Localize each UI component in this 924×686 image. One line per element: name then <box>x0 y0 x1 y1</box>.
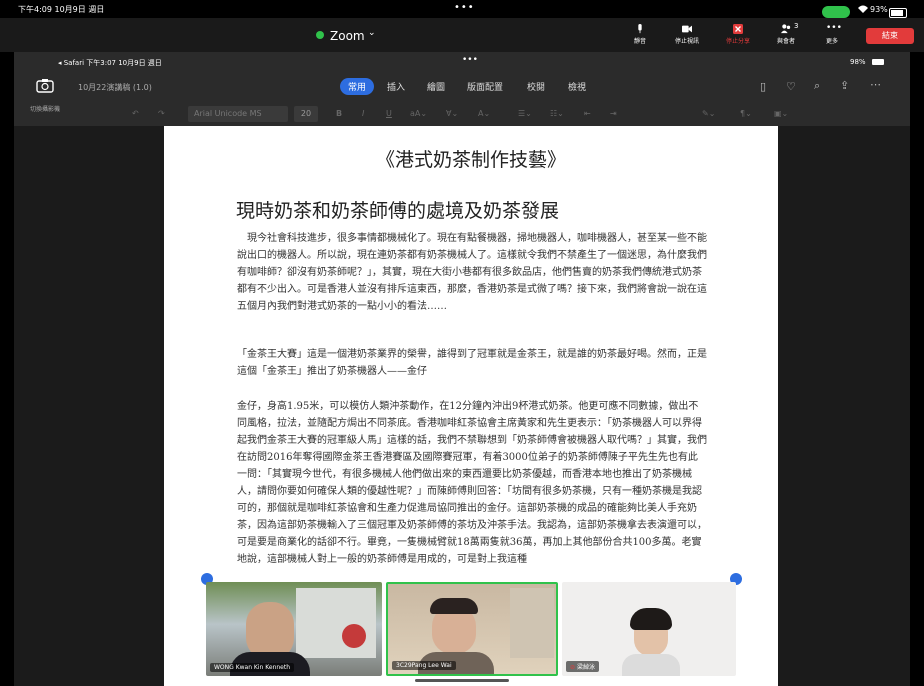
font-size-field[interactable]: 20 <box>294 106 318 122</box>
highlight-icon[interactable]: ∀⌄ <box>446 109 458 118</box>
status-bar: 下午4:09 10月9日 週日 ••• 93% <box>0 0 924 18</box>
paragraph-2: 「金茶王大賽」這是一個港奶茶業界的榮譽，誰得到了冠軍就是金茶王，就是誰的奶茶最好… <box>237 349 707 377</box>
more-icon: ••• <box>826 23 842 33</box>
participant-hair <box>630 608 672 630</box>
formatting-toolbar: 切換攝影機 ↶ ↷ Arial Unicode MS 20 B I U aA⌄ … <box>14 102 910 126</box>
home-indicator[interactable] <box>415 679 509 682</box>
font-size-change-icon[interactable]: aA⌄ <box>410 109 427 118</box>
shared-battery-icon <box>872 59 884 65</box>
participants-label: 與會者 <box>776 38 795 45</box>
numbering-icon[interactable]: ☷⌄ <box>550 109 564 118</box>
share-icon[interactable]: ⇪ <box>840 79 849 92</box>
participant-video-2[interactable]: 3C29Pang Lee Wai <box>386 582 558 676</box>
lightbulb-icon[interactable]: ♡ <box>786 80 796 93</box>
participants-count: 3 <box>794 22 799 30</box>
end-meeting-button[interactable]: 結束 <box>866 28 914 44</box>
participants-button[interactable]: 3 與會者 <box>766 22 806 45</box>
search-icon[interactable]: ⌕ <box>814 79 820 93</box>
battery-percent: 93% <box>870 5 888 14</box>
mute-label: 靜音 <box>633 38 646 45</box>
more-button[interactable]: ••• 更多 <box>812 23 852 46</box>
chevron-down-icon[interactable]: ⌄ <box>368 28 376 38</box>
participant-name: 3C29Pang Lee Wai <box>392 661 456 670</box>
document-name: 10月22演講稿 (1.0) <box>78 83 152 92</box>
more-label: 更多 <box>825 38 838 45</box>
styles-icon[interactable]: ¶⌄ <box>740 109 752 118</box>
status-time: 下午4:09 10月9日 週日 <box>18 5 105 14</box>
mute-button[interactable]: 靜音 <box>620 24 660 45</box>
participant-name: WONG Kwan Kin Kenneth <box>210 663 295 672</box>
paragraph-3: 金仔，身高1.95米，可以模仿人類沖茶動作，在12分鐘內沖出9杯港式奶茶。他更可… <box>237 401 707 565</box>
participant-video-3[interactable]: ⊘ 梁綽泳 <box>562 582 736 676</box>
video-camera-icon <box>682 25 692 33</box>
undo-icon[interactable]: ↶ <box>132 109 139 118</box>
switch-camera-label: 切換攝影機 <box>30 106 61 113</box>
call-indicator-icon[interactable] <box>822 6 850 18</box>
multitask-dots[interactable]: ••• <box>454 2 475 13</box>
bold-icon[interactable]: B <box>336 109 342 118</box>
participant-hair <box>430 598 478 614</box>
participant-name: ⊘ 梁綽泳 <box>566 661 599 672</box>
participant-video-1[interactable]: WONG Kwan Kin Kenneth <box>206 582 382 676</box>
tab-home[interactable]: 常用 <box>340 78 375 95</box>
zoom-toolbar: Zoom ⌄ 靜音 停止視訊 停止分享 3 與會者 ••• 更多 結束 <box>0 18 924 52</box>
wifi-icon <box>858 5 868 15</box>
stop-share-label: 停止分享 <box>725 38 750 45</box>
participant-name-text: 梁綽泳 <box>576 664 595 671</box>
style-paint-icon[interactable]: ✎⌄ <box>702 109 715 118</box>
zoom-title[interactable]: Zoom <box>330 29 365 43</box>
shared-status-bar: ◂ Safari 下午3:07 10月9日 週日 ••• 98% <box>14 52 910 72</box>
tab-layout[interactable]: 版面配置 <box>467 80 503 93</box>
bullets-icon[interactable]: ☰⌄ <box>518 109 532 118</box>
picture-icon[interactable]: ▣⌄ <box>774 109 788 118</box>
tab-insert[interactable]: 插入 <box>387 80 405 93</box>
safari-back-status[interactable]: ◂ Safari 下午3:07 10月9日 週日 <box>58 58 162 68</box>
participants-icon <box>781 24 791 34</box>
building-background <box>296 588 376 658</box>
word-ribbon: 10月22演講稿 (1.0) 常用 插入 繪圖 版面配置 校閱 檢視 ▯ ♡ ⌕… <box>14 72 910 102</box>
stop-share-button[interactable]: 停止分享 <box>718 24 758 45</box>
muted-mic-icon: ⊘ <box>570 664 576 671</box>
more-options-icon[interactable]: ⋯ <box>870 78 881 91</box>
stop-video-label: 停止視訊 <box>674 38 699 45</box>
font-name-field[interactable]: Arial Unicode MS <box>188 106 288 122</box>
switch-camera-icon[interactable] <box>36 78 54 97</box>
redo-icon[interactable]: ↷ <box>158 109 165 118</box>
document-title: 《港式奶茶制作技藝》 <box>375 149 566 171</box>
participant-body <box>622 654 680 676</box>
shield-icon <box>316 31 324 39</box>
tab-view[interactable]: 檢視 <box>568 80 586 93</box>
font-color-icon[interactable]: A⌄ <box>478 109 490 118</box>
shelf-background <box>510 588 554 658</box>
sign-logo <box>342 624 366 648</box>
stop-share-icon <box>733 24 743 34</box>
decrease-indent-icon[interactable]: ⇤ <box>584 109 591 118</box>
microphone-icon <box>638 24 642 34</box>
underline-icon[interactable]: U <box>386 109 392 118</box>
shared-multitask-dots: ••• <box>462 55 478 65</box>
battery-icon <box>889 8 907 18</box>
tab-draw[interactable]: 繪圖 <box>427 80 445 93</box>
increase-indent-icon[interactable]: ⇥ <box>610 109 617 118</box>
shared-battery-percent: 98% <box>850 58 866 66</box>
phone-view-icon[interactable]: ▯ <box>760 80 766 93</box>
section-heading: 現時奶茶和奶茶師傅的處境及奶茶發展 <box>236 200 560 222</box>
stop-video-button[interactable]: 停止視訊 <box>667 24 707 45</box>
italic-icon[interactable]: I <box>362 109 364 118</box>
paragraph-1: 現今社會科技進步，很多事情都機械化了。現在有點餐機器，掃地機器人，咖啡機器人，甚… <box>237 233 707 312</box>
tab-review[interactable]: 校閱 <box>527 80 545 93</box>
